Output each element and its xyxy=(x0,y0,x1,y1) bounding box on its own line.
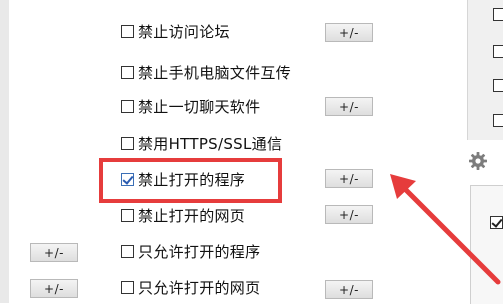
gear-icon[interactable] xyxy=(468,151,488,171)
allowed-programs-edit-button[interactable]: +/- xyxy=(30,243,78,262)
checkbox[interactable] xyxy=(121,99,134,113)
checkbox[interactable] xyxy=(121,280,134,294)
right-panel-top xyxy=(467,0,503,140)
checkbox[interactable] xyxy=(121,136,134,150)
option-block-chat-software[interactable]: 禁止一切聊天软件 xyxy=(121,95,260,117)
option-block-opened-webpages[interactable]: 禁止打开的网页 xyxy=(121,204,245,226)
checkbox[interactable] xyxy=(121,65,134,79)
right-checkbox[interactable] xyxy=(493,114,503,127)
app-window: 禁止访问论坛 禁止手机电脑文件互传 禁止一切聊天软件 禁用HTTPS/SSL通信… xyxy=(0,0,503,304)
forum-edit-button[interactable]: +/- xyxy=(325,23,373,42)
option-label: 只允许打开的网页 xyxy=(138,278,261,297)
annotation-highlight-box xyxy=(99,158,282,203)
right-checkbox[interactable] xyxy=(493,79,503,92)
option-label: 只允许打开的程序 xyxy=(138,242,261,261)
checkbox[interactable] xyxy=(121,244,134,258)
option-label: 禁止打开的网页 xyxy=(138,206,246,225)
checkbox[interactable] xyxy=(121,24,134,38)
option-allow-only-webpages[interactable]: 只允许打开的网页 xyxy=(121,276,260,298)
blocked-webpages-edit-button[interactable]: +/- xyxy=(325,205,373,224)
option-block-phone-pc-transfer[interactable]: 禁止手机电脑文件互传 xyxy=(121,61,291,83)
chat-software-edit-button[interactable]: +/- xyxy=(325,97,373,116)
option-label: 禁止一切聊天软件 xyxy=(138,97,261,116)
option-disable-https-ssl[interactable]: 禁用HTTPS/SSL通信 xyxy=(121,132,282,154)
left-panel-edge xyxy=(0,0,9,303)
allowed-webpages-left-edit-button[interactable]: +/- xyxy=(30,279,78,298)
right-checkbox[interactable] xyxy=(493,8,503,21)
right-checkbox-checked[interactable] xyxy=(490,216,503,229)
blocked-programs-edit-button[interactable]: +/- xyxy=(325,169,373,188)
option-label: 禁用HTTPS/SSL通信 xyxy=(138,134,283,153)
right-checkbox[interactable] xyxy=(493,45,503,58)
option-allow-only-programs[interactable]: 只允许打开的程序 xyxy=(121,240,260,262)
allowed-webpages-edit-button[interactable]: +/- xyxy=(325,280,373,299)
right-panel-bottom xyxy=(470,185,503,304)
option-block-forum[interactable]: 禁止访问论坛 xyxy=(121,20,230,42)
option-label: 禁止访问论坛 xyxy=(138,22,230,41)
option-label: 禁止手机电脑文件互传 xyxy=(138,63,292,82)
checkbox[interactable] xyxy=(121,208,134,222)
